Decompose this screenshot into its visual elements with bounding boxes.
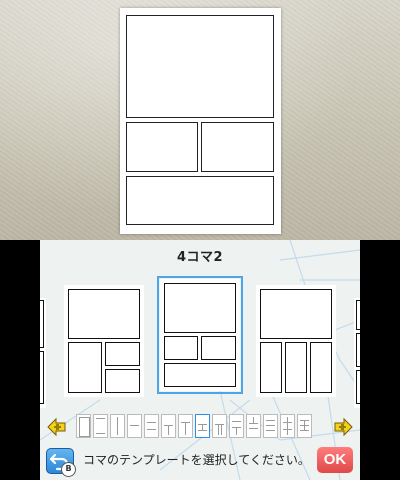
template-thumb[interactable] xyxy=(280,414,295,438)
template-panel xyxy=(68,342,102,393)
template-thumb-selected[interactable] xyxy=(195,414,210,438)
template-panel xyxy=(105,342,140,366)
template-thumb[interactable] xyxy=(212,414,227,438)
template-thumb[interactable] xyxy=(161,414,176,438)
template-card-prev[interactable] xyxy=(40,298,46,408)
bottom-screen: 4コマ2 B コマのテンプレートを選択してください。 OK xyxy=(40,240,360,480)
template-thumb[interactable] xyxy=(127,414,142,438)
template-thumb[interactable] xyxy=(110,414,125,438)
template-panel xyxy=(105,369,140,393)
template-thumb[interactable] xyxy=(76,414,91,438)
template-panel xyxy=(164,336,198,360)
template-panel xyxy=(164,283,236,333)
template-thumb[interactable] xyxy=(297,414,312,438)
preview-panel-mid-left xyxy=(126,122,198,172)
template-panel xyxy=(260,342,282,393)
manga-page-preview xyxy=(120,8,281,234)
template-panel xyxy=(310,342,332,393)
template-thumb[interactable] xyxy=(263,414,278,438)
preview-panel-top xyxy=(126,15,274,118)
template-thumb[interactable] xyxy=(246,414,261,438)
template-thumbnail-strip xyxy=(76,414,326,440)
template-card-2-selected[interactable] xyxy=(157,276,243,394)
right-arrow-icon[interactable] xyxy=(332,416,354,438)
template-panel xyxy=(356,300,360,330)
left-arrow-icon[interactable] xyxy=(46,416,68,438)
template-panel xyxy=(260,289,332,339)
template-title: 4コマ2 xyxy=(176,250,224,265)
template-panel xyxy=(164,363,236,387)
preview-panel-bottom xyxy=(126,176,274,225)
template-panel xyxy=(285,342,307,393)
preview-panel-mid-right xyxy=(201,122,274,172)
instruction-message: コマのテンプレートを選択してください。 xyxy=(83,453,310,467)
template-card-3[interactable] xyxy=(256,285,336,397)
template-thumb[interactable] xyxy=(144,414,159,438)
template-panel xyxy=(201,336,236,360)
template-card-1[interactable] xyxy=(64,285,144,397)
template-panel xyxy=(40,300,44,348)
template-thumb[interactable] xyxy=(93,414,108,438)
top-screen xyxy=(0,0,400,240)
b-button-badge: B xyxy=(61,462,76,477)
template-panel xyxy=(40,351,44,404)
template-panel xyxy=(68,289,140,339)
template-card-next[interactable] xyxy=(354,298,360,408)
back-button[interactable]: B xyxy=(46,448,76,477)
template-thumb[interactable] xyxy=(229,414,244,438)
ok-button[interactable]: OK xyxy=(317,447,353,473)
template-panel xyxy=(356,370,360,404)
template-thumb[interactable] xyxy=(178,414,193,438)
template-panel xyxy=(356,333,360,367)
